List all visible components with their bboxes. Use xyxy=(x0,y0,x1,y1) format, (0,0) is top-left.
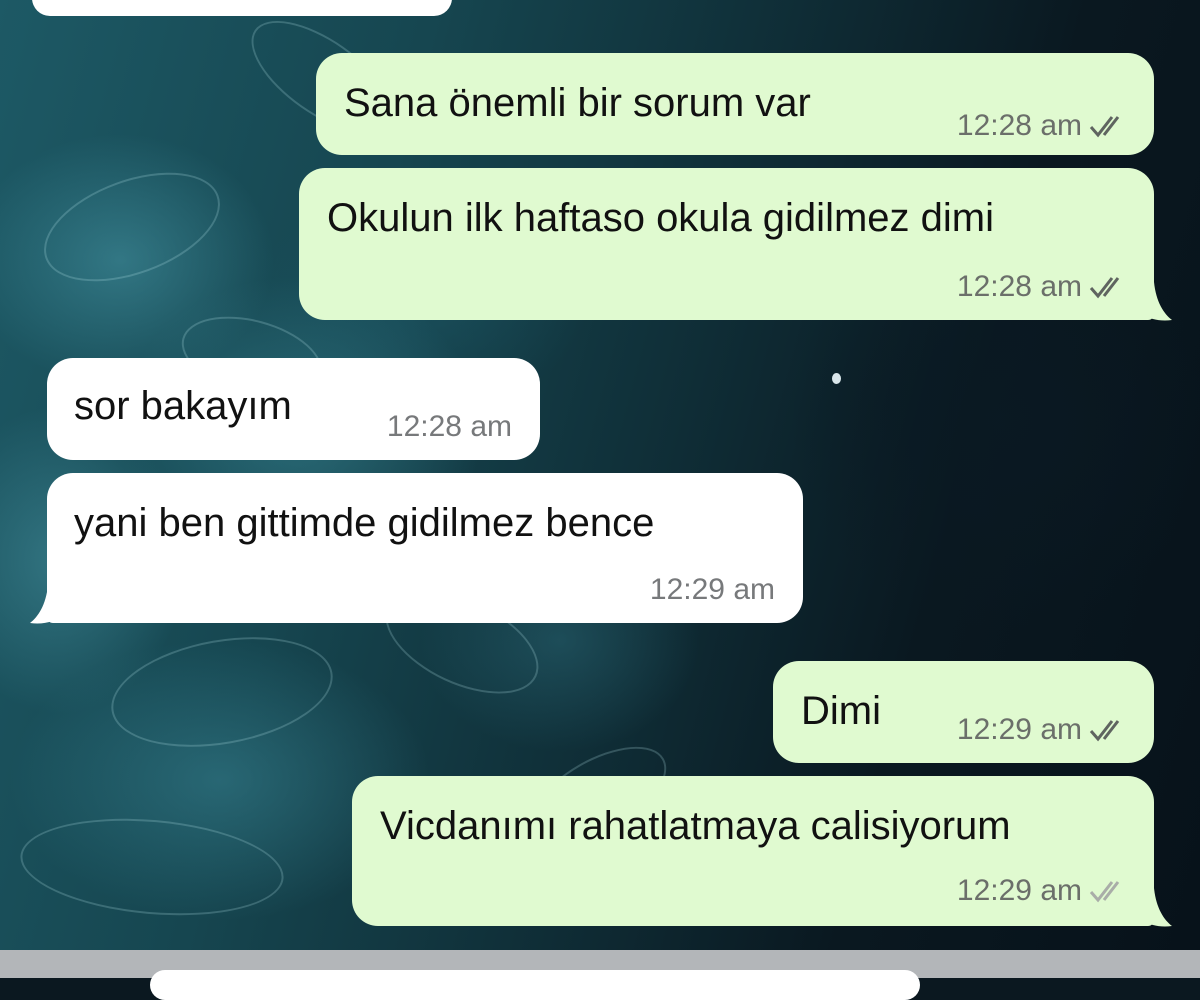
speck xyxy=(832,373,841,384)
message-time: 12:29 am xyxy=(956,713,1082,746)
bubble-tail xyxy=(30,585,64,624)
previous-message-bubble[interactable] xyxy=(32,0,452,16)
wave-foam xyxy=(29,151,235,303)
message-time: 12:29 am xyxy=(956,874,1082,907)
double-check-icon xyxy=(1089,720,1120,742)
outgoing-message-bubble[interactable]: Okulun ilk haftaso okula gidilmez dimi 1… xyxy=(299,168,1154,320)
message-text: Okulun ilk haftaso okula gidilmez dimi xyxy=(327,196,994,240)
wave-foam xyxy=(102,621,342,763)
incoming-message-bubble[interactable]: sor bakayım 12:28 am xyxy=(47,358,540,460)
message-meta: 12:29 am xyxy=(957,876,1128,906)
message-text: Vicdanımı rahatlatmaya calisiyorum xyxy=(380,804,1011,848)
outgoing-message-bubble[interactable]: Sana önemli bir sorum var 12:28 am xyxy=(316,53,1154,155)
incoming-message-bubble[interactable]: yani ben gittimde gidilmez bence 12:29 a… xyxy=(47,473,803,623)
message-time: 12:28 am xyxy=(956,109,1082,142)
bubble-tail xyxy=(1138,282,1172,321)
message-meta: 12:29 am xyxy=(650,575,775,605)
message-meta: 12:28 am xyxy=(387,412,512,442)
message-text: yani ben gittimde gidilmez bence xyxy=(74,501,655,545)
bubble-tail xyxy=(1138,888,1172,927)
message-time: 12:28 am xyxy=(386,410,512,443)
double-check-icon xyxy=(1089,881,1120,903)
message-text: sor bakayım xyxy=(74,384,292,428)
message-text: Sana önemli bir sorum var xyxy=(344,81,811,125)
message-time: 12:29 am xyxy=(649,573,775,606)
message-meta: 12:28 am xyxy=(957,111,1128,141)
wave-foam xyxy=(16,808,288,926)
message-input[interactable] xyxy=(150,970,920,1000)
outgoing-message-bubble[interactable]: Vicdanımı rahatlatmaya calisiyorum 12:29… xyxy=(352,776,1154,926)
message-time: 12:28 am xyxy=(956,270,1082,303)
outgoing-message-bubble[interactable]: Dimi 12:29 am xyxy=(773,661,1154,763)
double-check-icon xyxy=(1089,116,1120,138)
message-meta: 12:28 am xyxy=(957,272,1128,302)
message-text: Dimi xyxy=(801,689,881,733)
double-check-icon xyxy=(1089,277,1120,299)
message-meta: 12:29 am xyxy=(957,715,1128,745)
